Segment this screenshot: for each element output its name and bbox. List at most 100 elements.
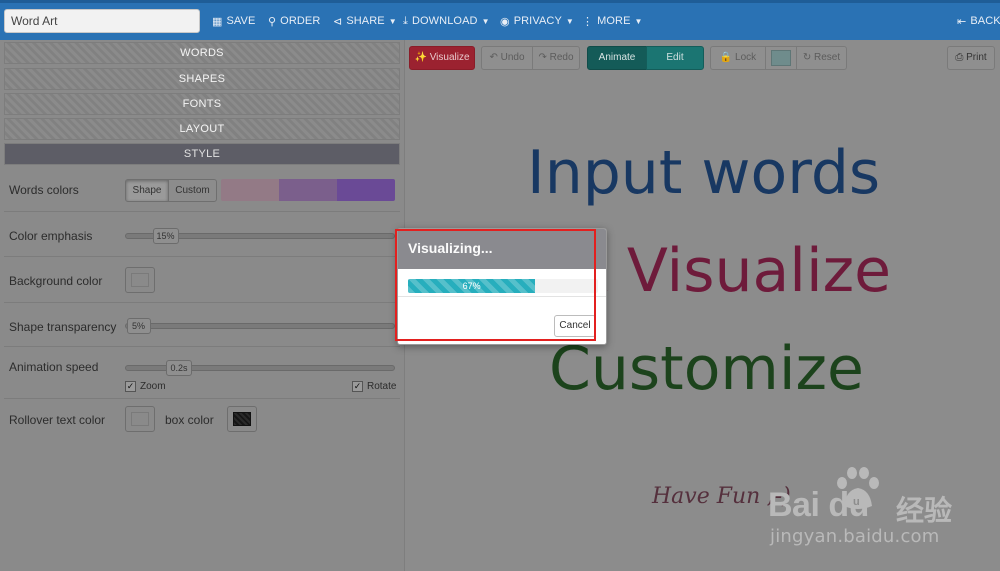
cancel-button[interactable]: Cancel xyxy=(554,315,596,337)
paw-logo-icon: u xyxy=(837,467,879,509)
title-input[interactable] xyxy=(4,9,200,33)
divider xyxy=(4,398,400,399)
dialog-header: Visualizing... xyxy=(398,229,606,269)
section-fonts[interactable]: FONTS xyxy=(4,93,400,115)
undo-label: Undo xyxy=(500,52,525,63)
redo-icon: ↷ xyxy=(538,52,547,63)
lock-button[interactable]: 🔒 Lock xyxy=(710,46,766,70)
back-button[interactable]: ⇤ BACK xyxy=(957,10,1000,32)
top-navbar: ▦ SAVE ⚲ ORDER ⊲ SHARE ▼ ⤓ DOWNLOAD ▼ ◉ … xyxy=(0,0,1000,40)
lock-icon: 🔒 xyxy=(719,52,733,63)
visualize-label: Visualize xyxy=(429,52,470,63)
background-color-label: Background color xyxy=(9,274,103,288)
rollover-text-color-label: Rollover text color xyxy=(9,413,106,427)
lock-label: Lock xyxy=(735,52,757,63)
more-label: MORE xyxy=(597,15,631,27)
redo-label: Redo xyxy=(549,52,574,63)
visualize-button[interactable]: ✨ Visualize xyxy=(409,46,475,70)
save-icon: ▦ xyxy=(212,15,223,28)
chevron-down-icon: ▼ xyxy=(481,16,490,26)
cart-icon: ⚲ xyxy=(268,15,277,28)
divider xyxy=(4,256,400,257)
box-color-label: box color xyxy=(165,413,214,427)
background-color-picker[interactable] xyxy=(125,267,155,293)
color-swatch[interactable] xyxy=(221,179,279,201)
color-preview xyxy=(131,412,149,426)
custom-colors-toggle[interactable]: Custom xyxy=(168,179,217,202)
print-button[interactable]: ⎙ Print xyxy=(947,46,995,70)
chevron-down-icon: ▼ xyxy=(634,16,643,26)
divider xyxy=(4,302,400,303)
color-preview xyxy=(131,273,149,287)
back-label: BACK xyxy=(970,15,1000,27)
download-menu[interactable]: ⤓ DOWNLOAD ▼ xyxy=(403,10,490,32)
word-art-text[interactable]: k Visualize xyxy=(573,236,891,306)
rotate-checkbox[interactable]: ✓ Rotate xyxy=(352,381,396,392)
share-label: SHARE xyxy=(346,15,385,27)
shape-color-button[interactable] xyxy=(765,46,797,70)
dialog-title: Visualizing... xyxy=(408,240,493,256)
order-label: ORDER xyxy=(280,15,321,27)
reset-button[interactable]: ↻ Reset xyxy=(796,46,847,70)
color-emphasis-handle[interactable]: 15% xyxy=(152,228,179,244)
shape-transparency-slider[interactable] xyxy=(125,323,395,329)
privacy-menu[interactable]: ◉ PRIVACY ▼ xyxy=(500,10,574,32)
reset-label: Reset xyxy=(814,52,841,63)
printer-icon: ⎙ xyxy=(955,52,964,63)
color-preview xyxy=(771,50,791,66)
checkmark-icon: ✓ xyxy=(125,381,136,392)
animation-speed-label: Animation speed xyxy=(9,360,99,374)
animate-tab[interactable]: Animate xyxy=(587,46,647,70)
color-palette-swatches[interactable] xyxy=(221,179,395,201)
magic-wand-icon: ✨ xyxy=(414,52,427,63)
zoom-checkbox[interactable]: ✓ Zoom xyxy=(125,381,166,392)
color-emphasis-label: Color emphasis xyxy=(9,229,93,243)
section-layout[interactable]: LAYOUT xyxy=(4,118,400,140)
svg-text:u: u xyxy=(853,496,860,508)
chevron-down-icon: ▼ xyxy=(565,16,574,26)
order-button[interactable]: ⚲ ORDER xyxy=(268,10,320,32)
color-swatch[interactable] xyxy=(279,179,337,201)
shape-transparency-handle[interactable]: 5% xyxy=(126,318,151,334)
eye-icon: ◉ xyxy=(500,15,510,28)
rollover-text-color-picker[interactable] xyxy=(125,406,155,432)
zoom-label: Zoom xyxy=(140,381,166,392)
share-menu[interactable]: ⊲ SHARE ▼ xyxy=(333,10,397,32)
vertical-dots-icon: ⋮ xyxy=(582,15,594,28)
edit-tab[interactable]: Edit xyxy=(646,46,704,70)
download-icon: ⤓ xyxy=(403,14,408,27)
download-label: DOWNLOAD xyxy=(411,15,478,27)
watermark-url: jingyan.baidu.com xyxy=(770,526,940,547)
shape-transparency-label: Shape transparency xyxy=(9,320,117,334)
words-colors-label: Words colors xyxy=(9,183,79,197)
word-art-text[interactable]: Input words xyxy=(527,138,880,208)
color-preview xyxy=(233,412,251,426)
baidu-watermark: Bai du u 经验 jingyan.baidu.com xyxy=(768,464,998,569)
more-menu[interactable]: ⋮ MORE ▼ xyxy=(582,10,643,32)
progress-label: 67% xyxy=(462,281,481,291)
color-swatch[interactable] xyxy=(337,179,395,201)
share-icon: ⊲ xyxy=(333,15,343,28)
undo-icon: ↶ xyxy=(489,52,498,63)
privacy-label: PRIVACY xyxy=(513,15,562,27)
divider xyxy=(4,211,400,212)
divider xyxy=(4,346,400,347)
refresh-icon: ↻ xyxy=(802,52,812,63)
animation-speed-handle[interactable]: 0.2s xyxy=(166,360,192,376)
shape-colors-toggle[interactable]: Shape xyxy=(125,179,169,202)
back-arrow-icon: ⇤ xyxy=(957,15,967,28)
watermark-chinese: 经验 xyxy=(896,494,953,527)
progress-bar: 67% xyxy=(408,279,598,293)
section-style[interactable]: STYLE xyxy=(4,143,400,165)
redo-button[interactable]: ↷ Redo xyxy=(532,46,580,70)
print-label: Print xyxy=(966,52,987,63)
box-color-picker[interactable] xyxy=(227,406,257,432)
section-words[interactable]: WORDS xyxy=(4,42,400,64)
save-button[interactable]: ▦ SAVE xyxy=(212,10,255,32)
divider xyxy=(398,296,606,297)
checkmark-icon: ✓ xyxy=(352,381,363,392)
visualizing-dialog: Visualizing... 67% Cancel xyxy=(397,228,607,345)
undo-button[interactable]: ↶ Undo xyxy=(481,46,533,70)
rotate-label: Rotate xyxy=(367,381,397,392)
section-shapes[interactable]: SHAPES xyxy=(4,68,400,90)
